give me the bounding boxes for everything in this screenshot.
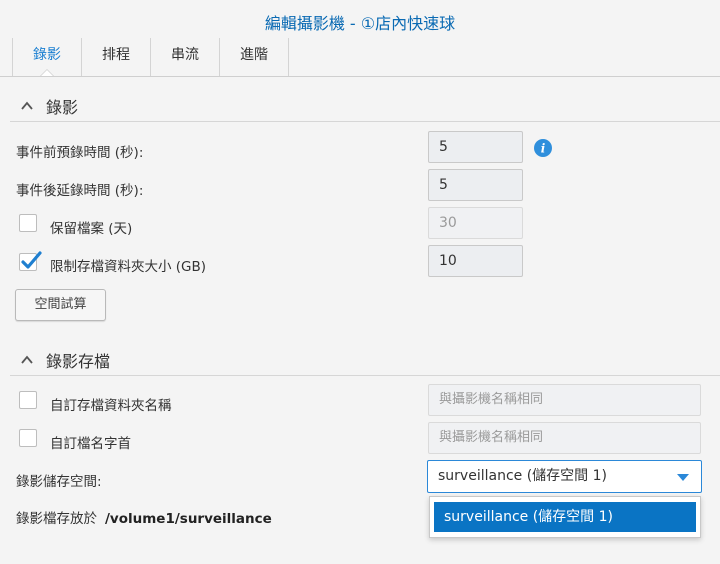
custom-folder-checkbox[interactable] xyxy=(19,391,37,409)
keep-files-input[interactable]: 30 xyxy=(428,207,523,239)
custom-prefix-input[interactable]: 與攝影機名稱相同 xyxy=(428,422,701,454)
svg-text:i: i xyxy=(541,142,546,156)
chevron-up-icon xyxy=(21,101,33,110)
section-archive-header[interactable]: 錄影存檔 xyxy=(20,348,110,372)
section-divider xyxy=(10,375,720,376)
storage-path: 錄影檔存放於/volume1/surveillance xyxy=(16,507,272,527)
storage-path-label: 錄影檔存放於 xyxy=(16,511,97,527)
pre-event-label: 事件前預錄時間 (秒): xyxy=(16,145,144,161)
chevron-down-icon xyxy=(677,474,689,481)
limit-folder-checkbox[interactable] xyxy=(19,251,42,271)
post-event-label: 事件後延錄時間 (秒): xyxy=(16,183,144,199)
dialog-title: 編輯攝影機 - ①店內快速球 xyxy=(264,14,456,33)
estimate-space-button[interactable]: 空間試算 xyxy=(15,289,106,321)
section-divider xyxy=(10,121,720,122)
storage-path-value: /volume1/surveillance xyxy=(105,511,272,527)
storage-selected-value: surveillance (儲存空間 1) xyxy=(438,468,607,484)
tab-advanced[interactable]: 進階 xyxy=(220,38,289,76)
storage-label: 錄影儲存空間: xyxy=(16,474,102,490)
tab-schedule[interactable]: 排程 xyxy=(82,38,151,76)
tab-divider xyxy=(0,76,720,77)
custom-folder-label: 自訂存檔資料夾名稱 xyxy=(50,398,172,414)
section-recording-title: 錄影 xyxy=(46,98,79,117)
tab-recording[interactable]: 錄影 xyxy=(12,38,82,77)
section-recording-header[interactable]: 錄影 xyxy=(20,94,78,118)
storage-select[interactable]: surveillance (儲存空間 1) xyxy=(427,460,702,493)
limit-folder-label: 限制存檔資料夾大小 (GB) xyxy=(50,259,207,275)
tab-bar: 錄影 排程 串流 進階 xyxy=(12,38,289,77)
storage-option[interactable]: surveillance (儲存空間 1) xyxy=(434,502,696,532)
keep-files-label: 保留檔案 (天) xyxy=(50,221,133,237)
custom-folder-input[interactable]: 與攝影機名稱相同 xyxy=(428,384,701,416)
keep-files-checkbox[interactable] xyxy=(19,214,37,232)
pre-event-input[interactable]: 5 xyxy=(428,131,523,163)
chevron-up-icon xyxy=(21,355,33,364)
info-icon[interactable]: i xyxy=(534,139,552,157)
limit-folder-input[interactable]: 10 xyxy=(428,245,523,277)
custom-prefix-checkbox[interactable] xyxy=(19,429,37,447)
storage-dropdown-list: surveillance (儲存空間 1) xyxy=(429,496,701,538)
post-event-input[interactable]: 5 xyxy=(428,169,523,201)
section-archive-title: 錄影存檔 xyxy=(46,352,111,371)
tab-stream[interactable]: 串流 xyxy=(151,38,220,76)
checkmark-icon xyxy=(21,251,42,269)
custom-prefix-label: 自訂檔名字首 xyxy=(50,436,131,452)
